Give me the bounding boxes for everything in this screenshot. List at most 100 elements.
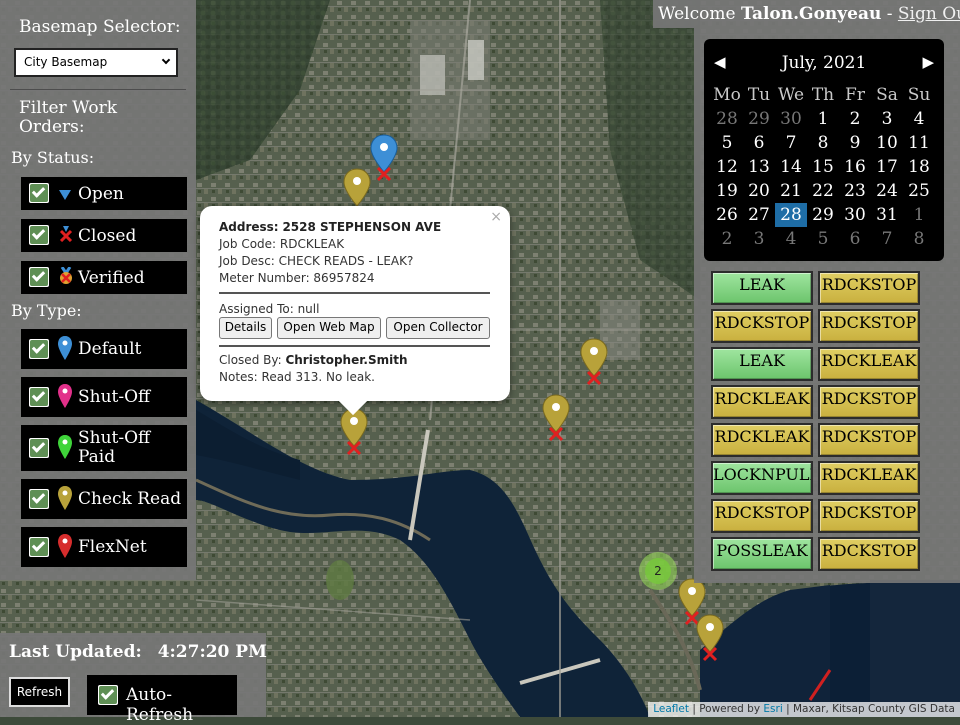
work-order-button[interactable]: POSSLEAK (711, 537, 813, 571)
calendar-day[interactable]: 1 (903, 203, 935, 227)
calendar-day[interactable]: 28 (711, 107, 743, 131)
type-filter-default[interactable]: Default (21, 329, 187, 369)
weekday-label: Tu (747, 85, 771, 105)
calendar-day[interactable]: 8 (903, 227, 935, 251)
type-filter-check-read[interactable]: Check Read (21, 479, 187, 519)
calendar-day[interactable]: 13 (743, 155, 775, 179)
work-order-button[interactable]: RDCKSTOP (818, 537, 920, 571)
calendar-day[interactable]: 10 (871, 131, 903, 155)
calendar-day[interactable]: 4 (903, 107, 935, 131)
shut-off-paid-checkbox[interactable] (29, 438, 49, 458)
work-order-button[interactable]: LEAK (711, 347, 813, 381)
type-filter-shut-off-paid[interactable]: Shut-Off Paid (21, 425, 187, 471)
next-month-button[interactable]: ▶ (922, 53, 934, 71)
details-button[interactable]: Details (219, 317, 272, 339)
flexnet-checkbox[interactable] (29, 537, 49, 557)
calendar-day[interactable]: 2 (839, 107, 871, 131)
work-order-button[interactable]: RDCKLEAK (711, 385, 813, 419)
calendar-day[interactable]: 24 (871, 179, 903, 203)
work-order-button[interactable]: RDCKSTOP (711, 499, 813, 533)
auto-refresh-toggle[interactable]: Auto-Refresh (87, 675, 237, 725)
calendar-week-row: 19 20 21 22 23 24 25 (711, 179, 939, 203)
open-collector-button[interactable]: Open Collector (386, 317, 490, 339)
calendar-day[interactable]: 5 (807, 227, 839, 251)
check-read-marker[interactable] (696, 614, 724, 662)
closed-checkbox[interactable] (29, 225, 49, 245)
check-read-marker[interactable] (542, 394, 570, 442)
work-order-button[interactable]: RDCKLEAK (818, 461, 920, 495)
work-order-button[interactable]: RDCKSTOP (818, 499, 920, 533)
calendar-day[interactable]: 12 (711, 155, 743, 179)
calendar-day[interactable]: 25 (903, 179, 935, 203)
marker-cluster[interactable]: 2 (639, 552, 677, 590)
calendar-day[interactable]: 21 (775, 179, 807, 203)
work-order-button[interactable]: RDCKSTOP (818, 271, 920, 305)
calendar-day[interactable]: 22 (807, 179, 839, 203)
meter-number: Meter Number: 86957824 (219, 271, 375, 285)
calendar-day[interactable]: 9 (839, 131, 871, 155)
basemap-select[interactable]: City Basemap (14, 48, 178, 77)
weekday-label: We (777, 85, 805, 105)
open-checkbox[interactable] (29, 183, 49, 203)
work-order-button[interactable]: LOCKNPULL (711, 461, 813, 495)
work-order-button[interactable]: RDCKSTOP (711, 309, 813, 343)
verified-checkbox[interactable] (29, 267, 49, 287)
default-checkbox[interactable] (29, 339, 49, 359)
calendar-day[interactable]: 26 (711, 203, 743, 227)
calendar-day[interactable]: 1 (807, 107, 839, 131)
calendar-day[interactable]: 18 (903, 155, 935, 179)
work-order-button[interactable]: RDCKLEAK (818, 347, 920, 381)
check-read-marker[interactable] (580, 338, 608, 386)
refresh-button[interactable]: Refresh (9, 677, 70, 707)
leaflet-link[interactable]: Leaflet (653, 703, 689, 715)
calendar-day[interactable]: 17 (871, 155, 903, 179)
calendar-day[interactable]: 16 (839, 155, 871, 179)
calendar-day[interactable]: 29 (743, 107, 775, 131)
calendar-day[interactable]: 14 (775, 155, 807, 179)
open-marker[interactable] (370, 134, 398, 182)
calendar-day[interactable]: 23 (839, 179, 871, 203)
shut-off-checkbox[interactable] (29, 387, 49, 407)
work-order-button[interactable]: RDCKSTOP (818, 309, 920, 343)
calendar-day[interactable]: 31 (871, 203, 903, 227)
calendar-day[interactable]: 7 (775, 131, 807, 155)
calendar-day[interactable]: 30 (775, 107, 807, 131)
esri-link[interactable]: Esri (763, 703, 782, 715)
calendar-day[interactable]: 4 (775, 227, 807, 251)
status-filter-closed[interactable]: Closed (21, 219, 187, 252)
calendar-day[interactable]: 7 (871, 227, 903, 251)
open-web-map-button[interactable]: Open Web Map (277, 317, 381, 339)
auto-refresh-checkbox[interactable] (98, 685, 118, 705)
calendar-day[interactable]: 19 (711, 179, 743, 203)
sign-out-link[interactable]: Sign Out (898, 4, 960, 24)
calendar-day[interactable]: 6 (743, 131, 775, 155)
type-filter-shut-off[interactable]: Shut-Off (21, 377, 187, 417)
calendar-day[interactable]: 15 (807, 155, 839, 179)
calendar-day[interactable]: 11 (903, 131, 935, 155)
calendar-day[interactable]: 3 (871, 107, 903, 131)
calendar-day[interactable]: 30 (839, 203, 871, 227)
work-order-panel: ◀ July, 2021 ▶ Mo Tu We Th Fr Sa Su 28 2… (694, 28, 960, 583)
calendar-day[interactable]: 5 (711, 131, 743, 155)
calendar-day[interactable]: 6 (839, 227, 871, 251)
last-updated: Last Updated: 4:27:20 PM (9, 642, 267, 662)
calendar-day[interactable]: 3 (743, 227, 775, 251)
type-filter-flexnet[interactable]: FlexNet (21, 527, 187, 567)
check-read-marker-selected[interactable] (340, 408, 368, 456)
work-order-button[interactable]: RDCKLEAK (711, 423, 813, 457)
calendar-day[interactable]: 27 (743, 203, 775, 227)
status-filter-verified[interactable]: Verified (21, 261, 187, 294)
status-filter-open[interactable]: Open (21, 177, 187, 210)
work-order-button[interactable]: RDCKSTOP (818, 423, 920, 457)
work-order-button[interactable]: LEAK (711, 271, 813, 305)
calendar-day-selected[interactable]: 28 (775, 203, 807, 227)
calendar-day[interactable]: 8 (807, 131, 839, 155)
basemap-selected-value: City Basemap (24, 55, 108, 69)
calendar-day[interactable]: 20 (743, 179, 775, 203)
close-icon[interactable]: × (490, 209, 502, 225)
calendar-day[interactable]: 2 (711, 227, 743, 251)
check-read-checkbox[interactable] (29, 489, 49, 509)
work-order-button[interactable]: RDCKSTOP (818, 385, 920, 419)
calendar-day[interactable]: 29 (807, 203, 839, 227)
status-label: Verified (78, 268, 145, 288)
